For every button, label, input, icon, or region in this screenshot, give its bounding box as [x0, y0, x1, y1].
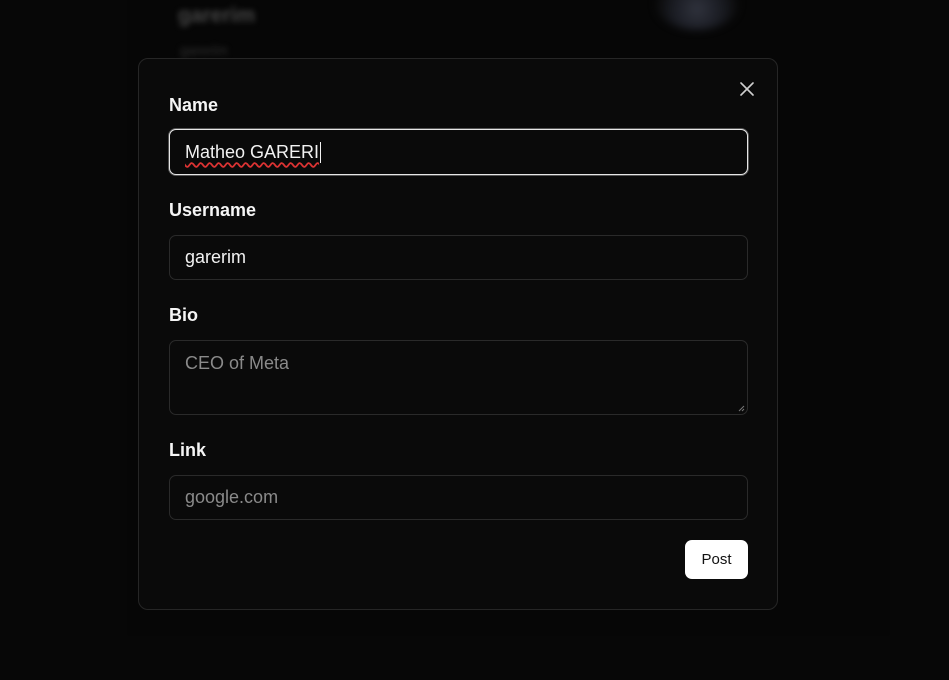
post-button[interactable]: Post — [685, 540, 748, 579]
text-caret — [320, 141, 322, 163]
link-placeholder: google.com — [185, 487, 279, 507]
bio-label: Bio — [169, 305, 198, 325]
close-icon — [740, 82, 754, 96]
name-value: Matheo GARERI — [185, 141, 320, 162]
link-field[interactable]: google.com — [169, 475, 748, 520]
username-value: garerim — [185, 247, 247, 267]
link-label: Link — [169, 440, 207, 460]
close-button[interactable] — [737, 79, 757, 99]
resize-grip-icon[interactable] — [737, 404, 745, 412]
username-field[interactable]: garerim — [169, 235, 748, 280]
edit-profile-modal: Name Matheo GARERI Username garerim Bio … — [138, 58, 778, 610]
username-label: Username — [169, 200, 257, 220]
name-label: Name — [169, 95, 219, 115]
bio-placeholder: CEO of Meta — [185, 353, 290, 373]
bio-textarea[interactable]: CEO of Meta — [169, 340, 748, 415]
name-field[interactable]: Matheo GARERI — [169, 129, 748, 175]
